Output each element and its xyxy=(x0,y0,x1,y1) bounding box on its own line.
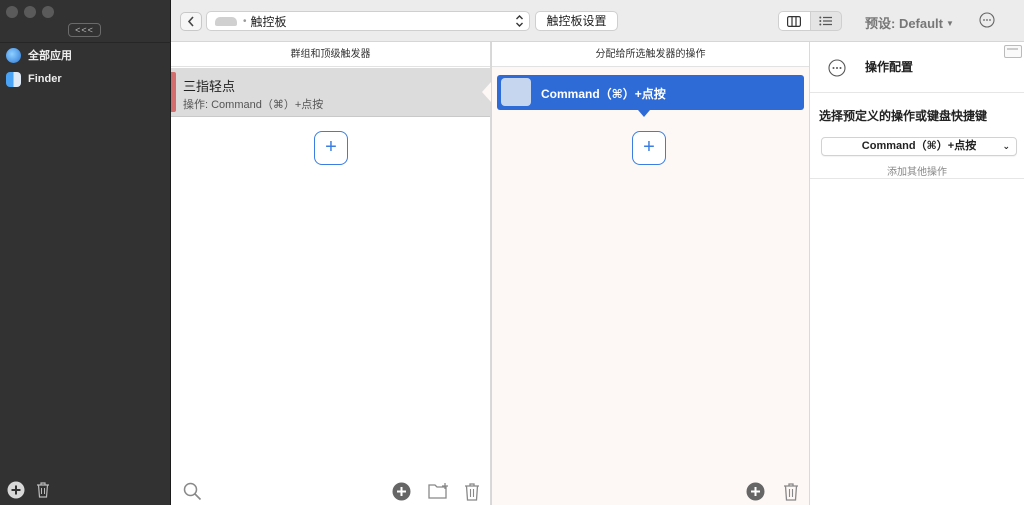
window-controls xyxy=(6,6,54,18)
list-icon xyxy=(819,16,833,26)
add-app-icon[interactable] xyxy=(7,481,25,499)
actions-footer xyxy=(492,477,809,505)
keyboard-shortcut-icon xyxy=(501,78,531,106)
action-row[interactable]: Command（⌘）+点按 xyxy=(497,75,804,117)
trigger-row[interactable]: 三指轻点 操作: Command（⌘）+点按 xyxy=(171,68,491,117)
toolbar: • 触控板 触控板设置 预设: Default ▼ xyxy=(171,0,1024,42)
list-view-button[interactable] xyxy=(811,12,842,30)
triggers-column-header: 群组和顶级触发器 xyxy=(171,42,490,67)
sidebar-item-all-apps[interactable]: 全部应用 xyxy=(0,44,171,66)
sidebar-divider xyxy=(0,42,171,43)
sidebar-item-label: 全部应用 xyxy=(28,50,72,62)
trigger-subtitle: 操作: Command（⌘）+点按 xyxy=(183,99,324,111)
add-other-action-link[interactable]: 添加其他操作 xyxy=(810,163,1024,178)
actions-column-header: 分配给所选触发器的操作 xyxy=(492,42,809,67)
device-selector[interactable]: • 触控板 xyxy=(206,11,530,31)
trash-icon[interactable] xyxy=(35,481,51,499)
sidebar-footer xyxy=(7,481,51,499)
more-icon xyxy=(828,59,846,77)
trash-icon[interactable] xyxy=(464,482,480,501)
trackpad-icon xyxy=(215,16,237,26)
sidebar-item-finder[interactable]: Finder xyxy=(0,68,171,90)
add-trigger-button[interactable]: + xyxy=(314,131,348,165)
config-section: 选择预定义的操作或键盘快捷键 Command（⌘）+点按 ⌄ 添加其他操作 xyxy=(810,92,1024,179)
trackpad-settings-button[interactable]: 触控板设置 xyxy=(535,11,618,31)
device-label: 触控板 xyxy=(250,14,287,29)
chevron-down-icon: ⌄ xyxy=(1002,141,1010,151)
collapse-sidebar-button[interactable]: <<< xyxy=(68,23,101,37)
caret-down-icon: ▼ xyxy=(946,19,954,28)
device-dot: • xyxy=(243,15,247,27)
action-label: Command（⌘）+点按 xyxy=(541,87,666,101)
add-icon[interactable] xyxy=(746,482,765,501)
add-action-button[interactable]: + xyxy=(632,131,666,165)
chevron-updown-icon xyxy=(516,15,523,27)
finder-icon xyxy=(6,71,21,87)
config-title: 操作配置 xyxy=(865,60,914,74)
triggers-footer xyxy=(171,477,490,505)
sidebar: <<< 全部应用 Finder xyxy=(0,0,171,505)
action-row-tail xyxy=(638,110,650,117)
actions-column: 分配给所选触发器的操作 Command（⌘）+点按 + xyxy=(491,42,809,505)
new-folder-icon[interactable] xyxy=(428,482,450,500)
sidebar-item-label: Finder xyxy=(28,73,62,85)
columns-icon xyxy=(787,15,802,27)
view-mode-toggle xyxy=(778,11,842,31)
preset-label: 预设: Default xyxy=(865,16,944,31)
columns-view-button[interactable] xyxy=(779,12,811,30)
detach-window-icon[interactable] xyxy=(1004,45,1022,58)
config-header: 操作配置 xyxy=(810,42,1024,92)
search-icon[interactable] xyxy=(183,482,202,501)
more-options-icon[interactable] xyxy=(979,12,995,28)
config-section-label: 选择预定义的操作或键盘快捷键 xyxy=(819,109,988,123)
chevron-left-icon xyxy=(187,16,194,27)
minimize-window-button[interactable] xyxy=(24,6,36,18)
trigger-title: 三指轻点 xyxy=(183,79,236,94)
action-config-panel: 操作配置 选择预定义的操作或键盘快捷键 Command（⌘）+点按 ⌄ 添加其他… xyxy=(809,42,1024,505)
preset-selector[interactable]: 预设: Default ▼ xyxy=(865,13,954,32)
zoom-window-button[interactable] xyxy=(42,6,54,18)
globe-icon xyxy=(6,47,21,63)
predefined-action-select[interactable]: Command（⌘）+点按 ⌄ xyxy=(821,137,1017,156)
trigger-color-stripe xyxy=(171,72,176,112)
selected-action-label: Command（⌘）+点按 xyxy=(861,140,977,152)
add-icon[interactable] xyxy=(392,482,411,501)
selection-pointer xyxy=(482,82,491,102)
triggers-column: 群组和顶级触发器 三指轻点 操作: Command（⌘）+点按 + xyxy=(171,42,491,505)
trash-icon[interactable] xyxy=(783,482,799,501)
back-button[interactable] xyxy=(180,12,202,31)
close-window-button[interactable] xyxy=(6,6,18,18)
